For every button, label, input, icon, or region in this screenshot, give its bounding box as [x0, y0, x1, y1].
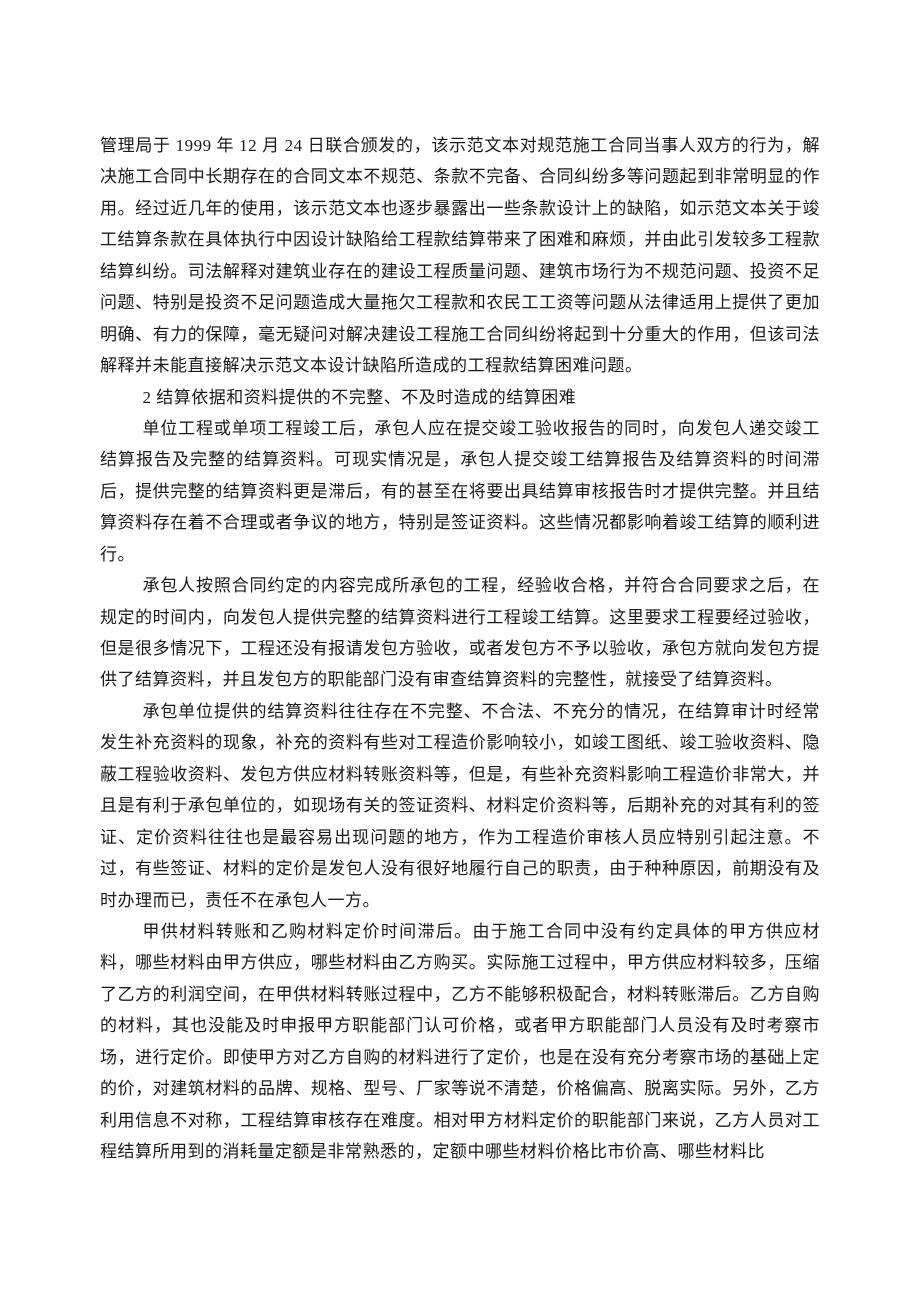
- section-heading: 2 结算依据和资料提供的不完整、不及时造成的结算困难: [100, 382, 820, 413]
- paragraph: 单位工程或单项工程竣工后，承包人应在提交竣工验收报告的同时，向发包人递交竣工结算…: [100, 413, 820, 570]
- paragraph: 承包人按照合同约定的内容完成所承包的工程，经验收合格，并符合合同要求之后，在规定…: [100, 570, 820, 696]
- paragraph: 甲供材料转账和乙购材料定价时间滞后。由于施工合同中没有约定具体的甲方供应材料，哪…: [100, 916, 820, 1168]
- paragraph: 承包单位提供的结算资料往往存在不完整、不合法、不充分的情况，在结算审计时经常发生…: [100, 696, 820, 916]
- paragraph: 管理局于 1999 年 12 月 24 日联合颁发的，该示范文本对规范施工合同当…: [100, 130, 820, 382]
- document-page: 管理局于 1999 年 12 月 24 日联合颁发的，该示范文本对规范施工合同当…: [0, 0, 920, 1227]
